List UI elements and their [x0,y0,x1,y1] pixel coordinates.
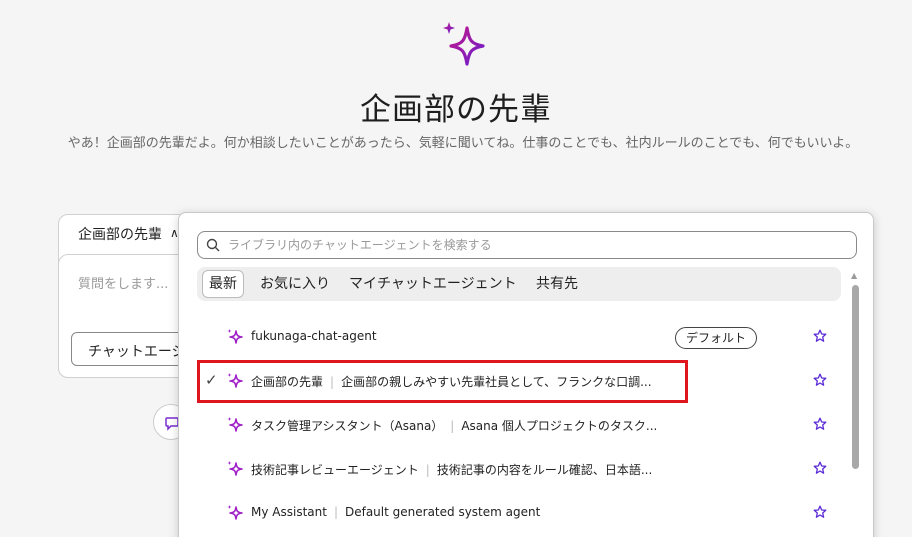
separator: | [425,463,430,477]
agent-filter-tabs: 最新 お気に入り マイチャットエージェント 共有先 [197,267,841,301]
agent-name: 技術記事レビューエージェント [251,463,419,477]
tab-my-chat-agents[interactable]: マイチャットエージェント [343,270,523,298]
agent-sparkle-icon [227,461,243,476]
agent-label: 技術記事レビューエージェント | 技術記事の内容をルール確認、日本語... [251,461,652,478]
favorite-star-icon[interactable] [813,461,827,475]
favorite-star-icon[interactable] [813,505,827,519]
sparkle-logo-icon [443,22,485,66]
agent-label: タスク管理アシスタント（Asana） | Asana 個人プロジェクトのタスク... [251,417,657,434]
agent-search-input[interactable] [228,235,848,255]
agent-list-item[interactable]: 技術記事レビューエージェント | 技術記事の内容をルール確認、日本語... [189,449,839,489]
agent-sparkle-icon [227,505,243,520]
agent-search-box[interactable] [197,231,857,259]
agent-sparkle-icon [227,329,243,344]
tab-shared[interactable]: 共有先 [530,270,584,298]
agent-label: My Assistant | Default generated system ag… [251,505,540,519]
separator: | [450,419,455,433]
separator: | [333,505,338,519]
page-description: やあ！企画部の先輩だよ。何か相談したいことがあったら、気軽に聞いてね。仕事のこと… [67,136,859,151]
tab-favorites[interactable]: お気に入り [254,270,336,298]
scroll-up-arrow-icon[interactable]: ▲ [851,271,857,280]
agent-list-item[interactable]: fukunaga-chat-agent デフォルト [189,317,839,357]
agent-description: Asana 個人プロジェクトのタスク... [461,419,658,433]
agent-tab-label[interactable]: 企画部の先輩 [78,224,162,244]
search-icon [206,238,220,252]
agent-list-item[interactable]: My Assistant | Default generated system ag… [189,493,839,533]
default-badge: デフォルト [675,327,758,349]
chat-input-placeholder: 質問をします... [78,277,169,292]
agent-description: Default generated system agent [344,505,541,519]
selection-highlight-box [197,360,688,403]
agent-name: タスク管理アシスタント（Asana） [251,419,444,433]
agent-list-item[interactable]: タスク管理アシスタント（Asana） | Asana 個人プロジェクトのタスク... [189,405,839,445]
page-title: 企画部の先輩 [360,92,552,128]
favorite-star-icon[interactable] [813,373,827,387]
agent-description: 技術記事の内容をルール確認、日本語... [436,463,653,477]
scrollbar-thumb[interactable] [852,285,859,469]
agent-sparkle-icon [227,417,243,432]
agent-name: My Assistant [251,505,327,519]
favorite-star-icon[interactable] [813,417,827,431]
favorite-star-icon[interactable] [813,329,827,343]
tab-latest[interactable]: 最新 [202,270,244,298]
agent-name: fukunaga-chat-agent [251,329,377,343]
